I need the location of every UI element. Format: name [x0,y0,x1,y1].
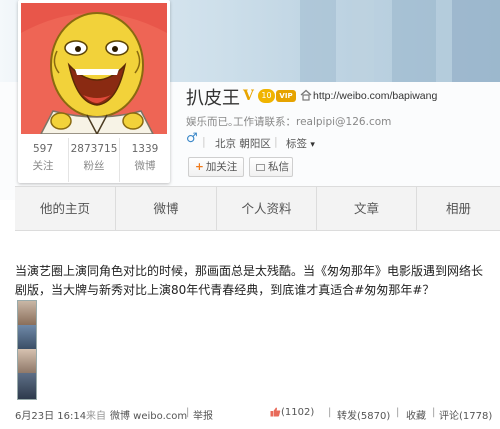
stat-value: 597 [32,143,54,155]
cover-stripe [352,0,374,82]
stat-posts[interactable]: 1339 微博 [120,138,170,182]
plus-icon: + [195,161,204,173]
comment-link[interactable]: 评论(1778) [439,407,492,422]
follow-button[interactable]: + 加关注 [188,157,244,177]
repost-link[interactable]: 转发(5870) [337,407,390,422]
cover-stripe [392,0,436,82]
envelope-icon [256,164,265,171]
tab-weibo[interactable]: 微博 [116,187,217,230]
profile-tab-bar: 他的主页 微博 个人资料 文章 相册 [15,186,500,231]
stat-value: 1339 [131,143,159,155]
like-button[interactable]: (1102) [270,407,314,419]
post-source-prefix: 来自 [86,411,106,422]
favorite-link[interactable]: 收藏 [406,407,426,422]
verified-badge[interactable]: V [243,88,254,104]
profile-url-link[interactable]: http://weibo.com/bapiwang [313,90,437,102]
stat-value: 2873715 [70,143,118,155]
message-button[interactable]: 私信 [249,157,293,177]
stat-label: 粉丝 [83,160,105,172]
profile-card: 597 关注 2873715 粉丝 1339 微博 [18,0,170,183]
avatar[interactable] [21,3,167,134]
home-icon [300,89,312,101]
like-count: (1102) [281,407,315,418]
stats-bar: 597 关注 2873715 粉丝 1339 微博 [18,138,170,182]
thumbnail-strip [18,349,36,373]
thumbnail-strip [18,325,36,349]
thumbnail-strip [18,373,36,399]
divider: | [202,135,206,148]
tab-album[interactable]: 相册 [417,187,500,230]
stat-label: 微博 [134,160,156,172]
post-text: 当演艺圈上演同角色对比的时候，那画面总是太残酷。当《匆匆那年》电影版遇到网络长剧… [15,264,484,297]
vip-badge[interactable]: VIP [276,90,296,102]
report-link[interactable]: 举报 [193,407,213,422]
profile-contact: 工作请联系：realpipi@126.com [233,116,392,128]
divider: | [432,407,436,418]
tags-dropdown[interactable]: 标签 ▾ [286,136,315,151]
stat-label: 关注 [32,160,54,172]
post-date[interactable]: 6月23日 16:14 [15,407,86,422]
post-image-thumbnail[interactable] [17,300,37,400]
profile-location[interactable]: 北京 朝阳区 [215,136,271,151]
follow-label: 加关注 [205,161,238,173]
post-source-link[interactable]: 微博 weibo.com [110,407,187,422]
stat-following[interactable]: 597 关注 [18,138,69,182]
divider: | [186,407,190,418]
divider: | [396,407,400,418]
stat-followers[interactable]: 2873715 粉丝 [69,138,120,182]
divider: | [328,407,332,418]
thumbnail-strip [18,301,36,325]
gender-icon: ♂ [186,131,198,146]
profile-name: 扒皮王 [186,88,240,109]
tab-articles[interactable]: 文章 [317,187,417,230]
divider: | [274,135,278,148]
thumb-up-icon [270,407,281,417]
chevron-down-icon: ▾ [310,140,315,150]
tab-home[interactable]: 他的主页 [15,187,116,230]
message-label: 私信 [268,161,289,173]
level-badge[interactable]: 10 [258,89,275,103]
tags-label: 标签 [286,138,307,150]
cover-stripe [452,0,500,82]
tab-profile-info[interactable]: 个人资料 [217,187,317,230]
cover-stripe [300,0,336,82]
post-footer: 6月23日 16:14 来自 微博 weibo.com | 举报 (1102) … [15,407,500,425]
profile-description: 娱乐而已。 [186,116,239,128]
